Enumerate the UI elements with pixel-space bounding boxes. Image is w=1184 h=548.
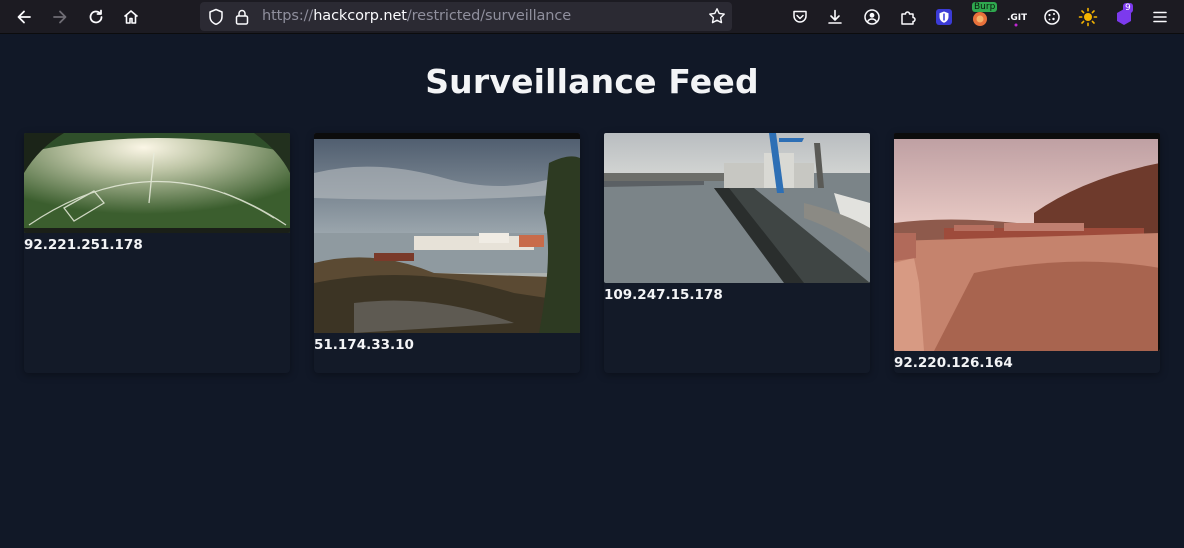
url-scheme: https:// bbox=[262, 8, 314, 24]
dotgit-icon: .GIT bbox=[1007, 13, 1027, 27]
account-icon bbox=[864, 9, 880, 25]
forward-arrow-icon bbox=[53, 10, 67, 24]
sun-icon bbox=[1078, 7, 1098, 27]
burp-extension[interactable]: Burp bbox=[967, 2, 998, 30]
home-button[interactable] bbox=[118, 4, 144, 30]
camera-card[interactable]: 51.174.33.10 bbox=[314, 133, 580, 373]
hamburger-menu-icon bbox=[1153, 11, 1167, 23]
reload-icon bbox=[89, 9, 103, 24]
downloads-button[interactable] bbox=[822, 4, 848, 30]
download-icon bbox=[828, 9, 842, 24]
puzzle-icon bbox=[901, 11, 916, 25]
camera-feed-image[interactable] bbox=[894, 133, 1160, 351]
forward-button[interactable] bbox=[47, 4, 73, 30]
pocket-button[interactable] bbox=[787, 4, 813, 30]
reload-button[interactable] bbox=[83, 4, 109, 30]
camera-card[interactable]: 92.220.126.164 bbox=[894, 133, 1160, 373]
pocket-icon bbox=[793, 10, 807, 23]
camera-feed-image[interactable] bbox=[24, 133, 290, 233]
svg-text:.GIT: .GIT bbox=[1007, 13, 1027, 23]
ublock-extension[interactable] bbox=[931, 4, 957, 30]
back-button[interactable] bbox=[11, 4, 37, 30]
camera-card[interactable]: 92.221.251.178 bbox=[24, 133, 290, 373]
url-host: hackcorp.net bbox=[313, 8, 407, 24]
account-button[interactable] bbox=[859, 4, 885, 30]
extensions-button[interactable] bbox=[895, 4, 921, 30]
camera-feed-image[interactable] bbox=[604, 133, 870, 283]
app-menu-button[interactable] bbox=[1147, 4, 1173, 30]
browser-toolbar: https://hackcorp.net/restricted/surveill… bbox=[0, 0, 1184, 34]
tracking-protection-icon[interactable] bbox=[208, 8, 224, 30]
cookie-icon bbox=[1044, 9, 1060, 25]
camera-ip-label: 92.221.251.178 bbox=[24, 237, 143, 253]
url-path: /restricted/surveillance bbox=[406, 8, 572, 24]
address-bar[interactable]: https://hackcorp.net/restricted/surveill… bbox=[200, 2, 732, 31]
shield-extension-icon bbox=[936, 9, 952, 25]
back-arrow-icon bbox=[17, 10, 31, 24]
camera-ip-label: 51.174.33.10 bbox=[314, 337, 414, 353]
dark-reader-extension[interactable] bbox=[1075, 4, 1101, 30]
url-text[interactable]: https://hackcorp.net/restricted/surveill… bbox=[262, 8, 571, 24]
camera-ip-label: 92.220.126.164 bbox=[894, 355, 1013, 371]
camera-feed-image[interactable] bbox=[314, 133, 580, 333]
camera-card[interactable]: 109.247.15.178 bbox=[604, 133, 870, 373]
lock-icon[interactable] bbox=[234, 8, 250, 30]
bookmark-star-icon[interactable] bbox=[708, 7, 726, 29]
page-title: Surveillance Feed bbox=[425, 62, 759, 101]
home-icon bbox=[123, 10, 139, 24]
cookie-extension[interactable] bbox=[1039, 4, 1065, 30]
page-content: Surveillance Feed 92.221.251.178 51.174.… bbox=[0, 34, 1184, 548]
dotgit-extension[interactable]: .GIT bbox=[1003, 4, 1029, 30]
notification-badge: 9 bbox=[1123, 3, 1133, 13]
burp-badge: Burp bbox=[972, 2, 998, 12]
camera-ip-label: 109.247.15.178 bbox=[604, 287, 723, 303]
notification-extension[interactable]: 9 bbox=[1111, 3, 1137, 30]
